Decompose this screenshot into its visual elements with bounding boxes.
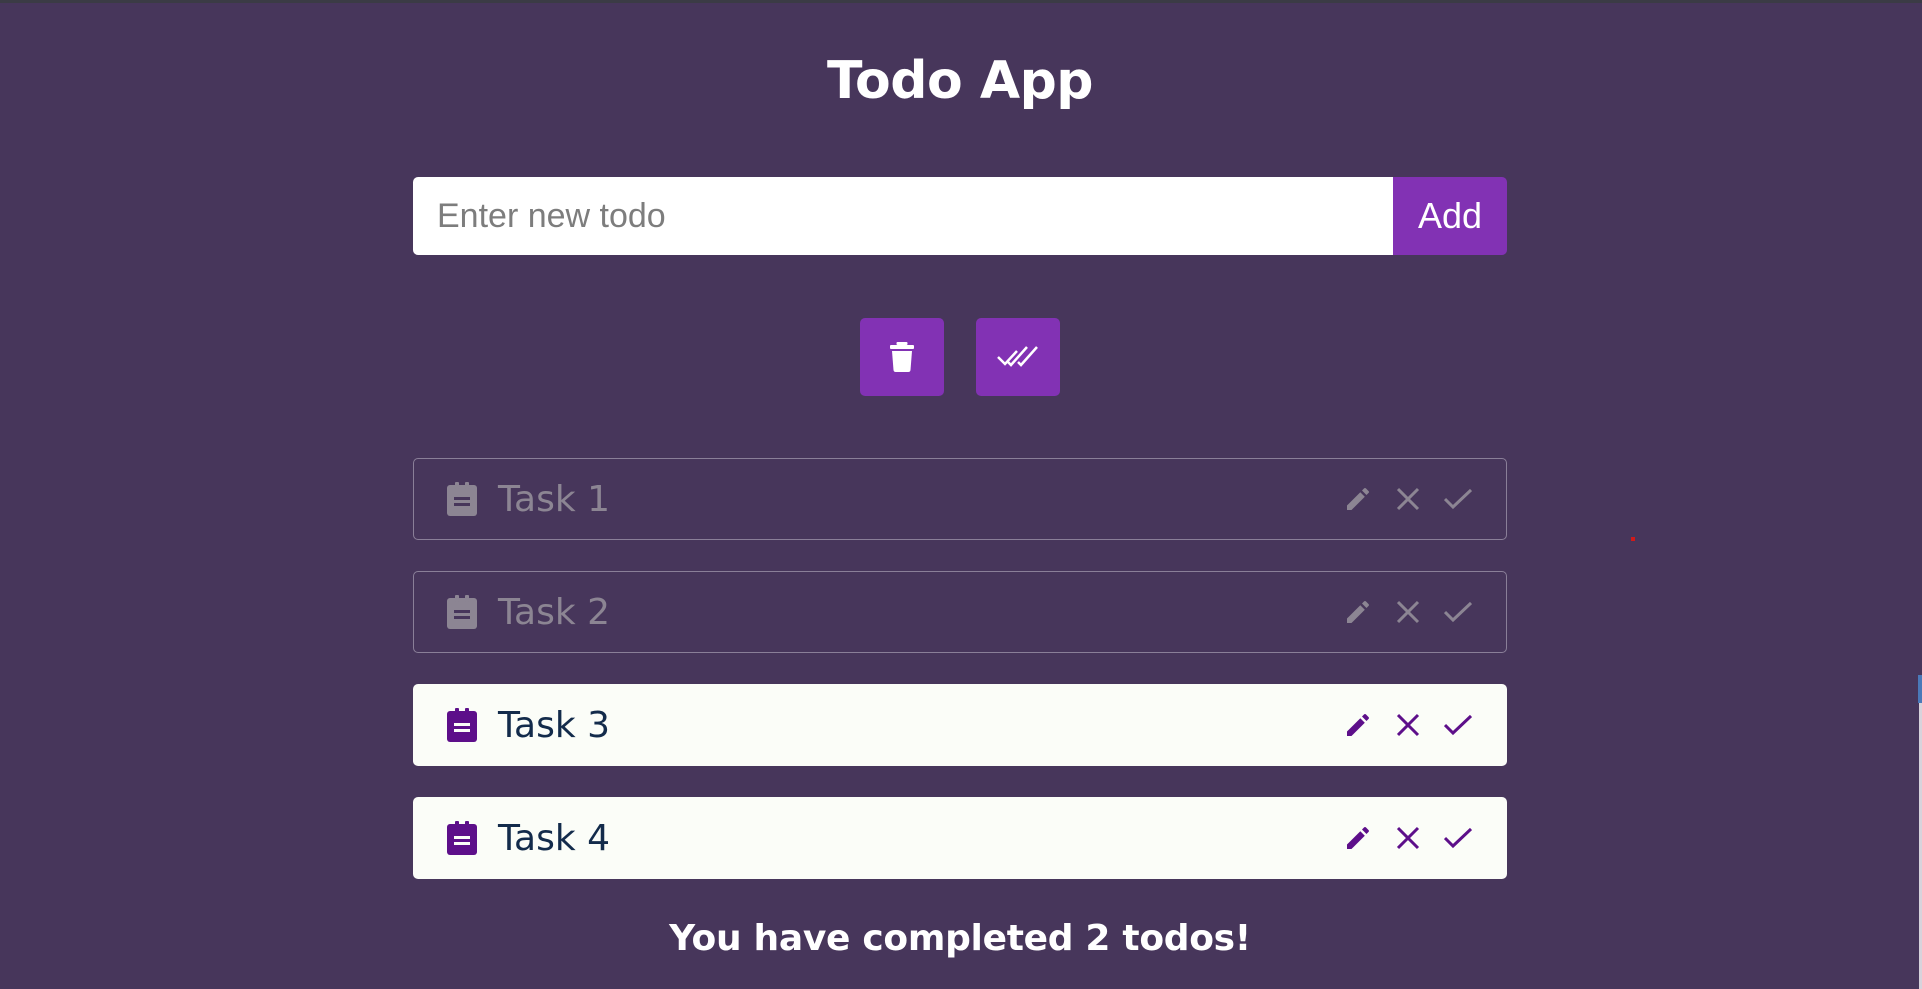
todo-actions bbox=[1344, 685, 1472, 765]
close-icon[interactable] bbox=[1394, 711, 1422, 739]
complete-all-button[interactable] bbox=[976, 318, 1060, 396]
trash-icon bbox=[890, 342, 914, 372]
page-title: Todo App bbox=[826, 51, 1094, 111]
pencil-icon[interactable] bbox=[1344, 598, 1372, 626]
add-todo-form: Add bbox=[413, 177, 1507, 255]
pencil-icon[interactable] bbox=[1344, 711, 1372, 739]
check-icon[interactable] bbox=[1444, 711, 1472, 739]
close-icon[interactable] bbox=[1394, 824, 1422, 852]
clipboard-icon bbox=[447, 821, 477, 855]
todo-item[interactable]: Task 1 bbox=[413, 458, 1507, 540]
new-todo-input[interactable] bbox=[413, 177, 1393, 255]
todo-text: Task 1 bbox=[498, 479, 611, 520]
todo-text: Task 4 bbox=[498, 818, 611, 859]
delete-all-button[interactable] bbox=[860, 318, 944, 396]
window-top-edge bbox=[0, 0, 1922, 3]
close-icon[interactable] bbox=[1394, 598, 1422, 626]
todo-item[interactable]: Task 3 bbox=[413, 684, 1507, 766]
cursor-dot bbox=[1631, 537, 1635, 541]
todo-text: Task 3 bbox=[498, 705, 611, 746]
pencil-icon[interactable] bbox=[1344, 485, 1372, 513]
close-icon[interactable] bbox=[1394, 485, 1422, 513]
todo-item[interactable]: Task 2 bbox=[413, 571, 1507, 653]
todo-actions bbox=[1344, 798, 1472, 878]
double-check-icon bbox=[997, 346, 1038, 367]
todo-item[interactable]: Task 4 bbox=[413, 797, 1507, 879]
window-edge-marker bbox=[1918, 675, 1922, 703]
clipboard-icon bbox=[447, 708, 477, 742]
todo-actions bbox=[1344, 572, 1472, 652]
clipboard-icon bbox=[447, 595, 477, 629]
check-icon[interactable] bbox=[1444, 598, 1472, 626]
bulk-actions bbox=[860, 318, 1060, 396]
todo-list: Task 1 Task 2 Task 3 Task 4 bbox=[413, 458, 1507, 910]
todo-actions bbox=[1344, 459, 1472, 539]
check-icon[interactable] bbox=[1444, 824, 1472, 852]
pencil-icon[interactable] bbox=[1344, 824, 1372, 852]
todo-text: Task 2 bbox=[498, 592, 611, 633]
check-icon[interactable] bbox=[1444, 485, 1472, 513]
clipboard-icon bbox=[447, 482, 477, 516]
completed-summary: You have completed 2 todos! bbox=[669, 918, 1251, 959]
add-button[interactable]: Add bbox=[1393, 177, 1507, 255]
